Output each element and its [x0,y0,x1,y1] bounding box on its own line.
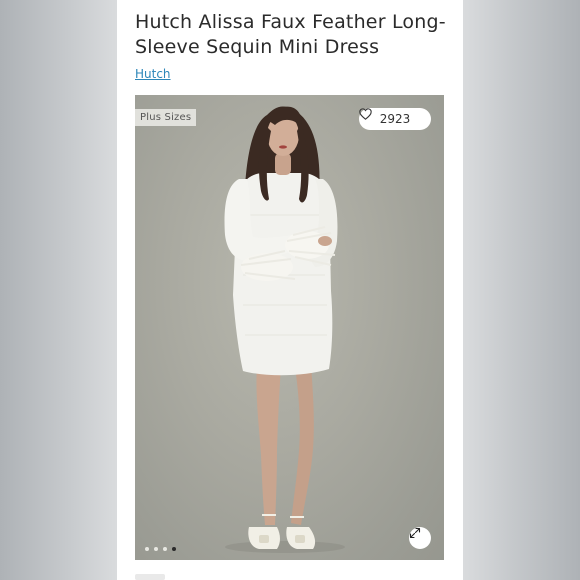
listing-title: Hutch Alissa Faux Feather Long-Sleeve Se… [135,11,446,58]
content-below-placeholder [135,574,165,580]
like-button[interactable]: 2923 [359,108,431,130]
product-photo[interactable]: Plus Sizes 2923 [135,95,444,560]
expand-arrows-icon [409,527,421,539]
carousel-dot[interactable] [154,547,158,551]
listing-card: Hutch Alissa Faux Feather Long-Sleeve Se… [117,0,463,580]
carousel-dot-active[interactable] [172,547,176,551]
heart-outline-icon [359,108,372,120]
carousel-dot[interactable] [163,547,167,551]
plus-sizes-badge: Plus Sizes [135,109,197,126]
like-count: 2923 [379,112,411,126]
model-illustration [224,106,345,553]
carousel-indicator [145,547,176,551]
carousel-dot[interactable] [145,547,149,551]
brand-link[interactable]: Hutch [135,67,171,81]
expand-button[interactable] [409,527,431,549]
